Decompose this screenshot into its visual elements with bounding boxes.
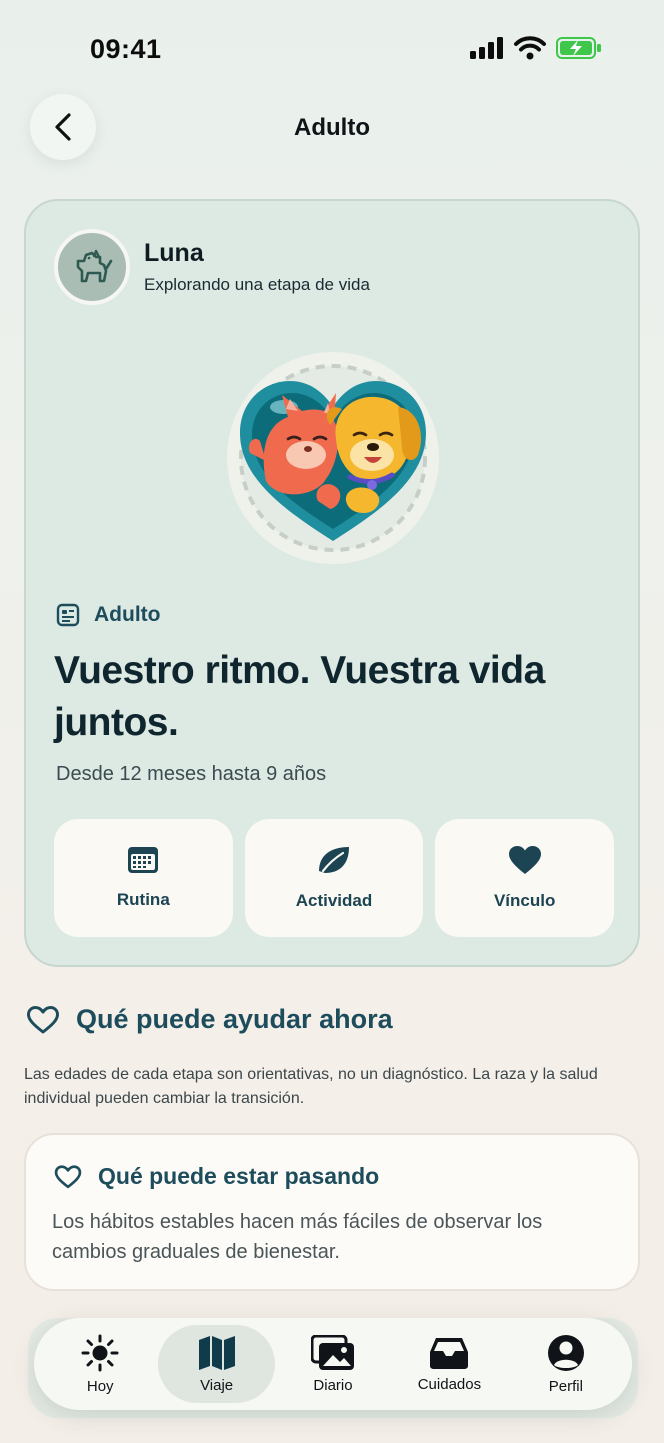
info-card-header: Qué puede estar pasando [54, 1163, 379, 1190]
leaf-icon [319, 847, 349, 873]
dog-icon [76, 249, 113, 283]
person-icon [547, 1334, 584, 1371]
tab-hoy[interactable]: Hoy [42, 1325, 158, 1403]
pet-subtitle: Explorando una etapa de vida [144, 275, 370, 294]
stage-tag-label: Adulto [94, 603, 161, 626]
info-card[interactable]: Qué puede estar pasando Los hábitos esta… [24, 1133, 640, 1291]
cellular-signal-icon [470, 37, 503, 59]
tab-perfil[interactable]: Perfil [508, 1325, 624, 1403]
heart-outline-icon [54, 1164, 82, 1188]
section-header: Qué puede ayudar ahora [26, 1004, 393, 1035]
avatar[interactable] [54, 229, 130, 305]
section-disclaimer: Las edades de cada etapa son orientativa… [24, 1066, 598, 1107]
focus-tiles: Rutina Actividad Vínculo [54, 819, 615, 937]
stage-illustration [226, 351, 440, 565]
status-icons [470, 36, 602, 60]
tray-icon [430, 1337, 469, 1369]
focus-tile-actividad[interactable]: Actividad [244, 819, 424, 937]
sun-icon [81, 1334, 119, 1371]
battery-charging-icon [556, 37, 601, 59]
page-title: Adulto [294, 114, 370, 141]
status-time: 09:41 [90, 34, 162, 64]
tab-viaje[interactable]: Viaje [158, 1325, 275, 1403]
focus-tile-rutina[interactable]: Rutina [54, 819, 233, 937]
pet-name: Luna [144, 239, 204, 267]
focus-tile-label: Vínculo [493, 891, 556, 910]
heart-icon [508, 846, 541, 874]
tab-label: Hoy [86, 1377, 114, 1395]
map-icon [198, 1335, 235, 1370]
section-title: Qué puede ayudar ahora [76, 1004, 393, 1034]
cat-and-dog-heart-illustration [227, 352, 439, 564]
info-card-title: Qué puede estar pasando [98, 1163, 380, 1189]
id-card-icon [56, 603, 80, 627]
tab-label: Cuidados [417, 1375, 482, 1393]
tab-cuidados[interactable]: Cuidados [391, 1325, 507, 1403]
stage-age-range: Desde 12 meses hasta 9 años [56, 763, 327, 785]
tab-bar: Hoy Viaje Diario Cuidados Perfil [34, 1318, 632, 1410]
tab-label: Viaje [200, 1376, 234, 1394]
focus-tile-label: Actividad [295, 891, 373, 910]
stage-card: Luna Explorando una etapa de vida Adulto… [24, 199, 640, 967]
heart-outline-icon [27, 1005, 59, 1033]
stage-headline: Vuestro ritmo. Vuestra vida juntos. [54, 649, 545, 744]
status-bar: 09:41 [0, 0, 664, 96]
photos-icon [311, 1334, 355, 1370]
tab-label: Diario [313, 1376, 353, 1394]
tab-diario[interactable]: Diario [275, 1325, 391, 1403]
tab-label: Perfil [548, 1377, 583, 1395]
focus-tile-vinculo[interactable]: Vínculo [435, 819, 615, 937]
calendar-icon [128, 847, 159, 873]
wifi-icon [514, 36, 546, 60]
focus-tile-label: Rutina [116, 890, 170, 909]
info-card-body: Los hábitos estables hacen más fáciles d… [52, 1211, 543, 1263]
stage-tag: Adulto [56, 603, 160, 627]
